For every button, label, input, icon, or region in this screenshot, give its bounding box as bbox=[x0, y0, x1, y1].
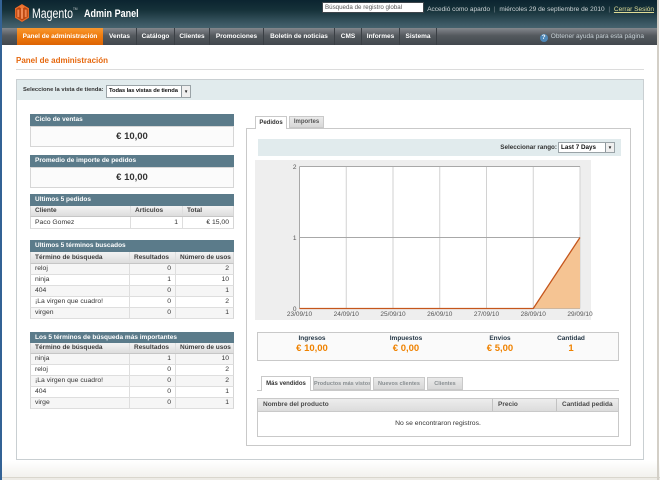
svg-text:28/09/10: 28/09/10 bbox=[521, 311, 547, 318]
svg-text:23/09/10: 23/09/10 bbox=[287, 311, 313, 318]
svg-text:26/09/10: 26/09/10 bbox=[427, 311, 453, 318]
svg-text:25/09/10: 25/09/10 bbox=[380, 311, 406, 318]
svg-text:2: 2 bbox=[293, 164, 297, 171]
svg-text:24/09/10: 24/09/10 bbox=[334, 311, 360, 318]
svg-text:1: 1 bbox=[293, 235, 297, 242]
svg-text:27/09/10: 27/09/10 bbox=[474, 311, 500, 318]
svg-text:29/09/10: 29/09/10 bbox=[567, 311, 593, 318]
